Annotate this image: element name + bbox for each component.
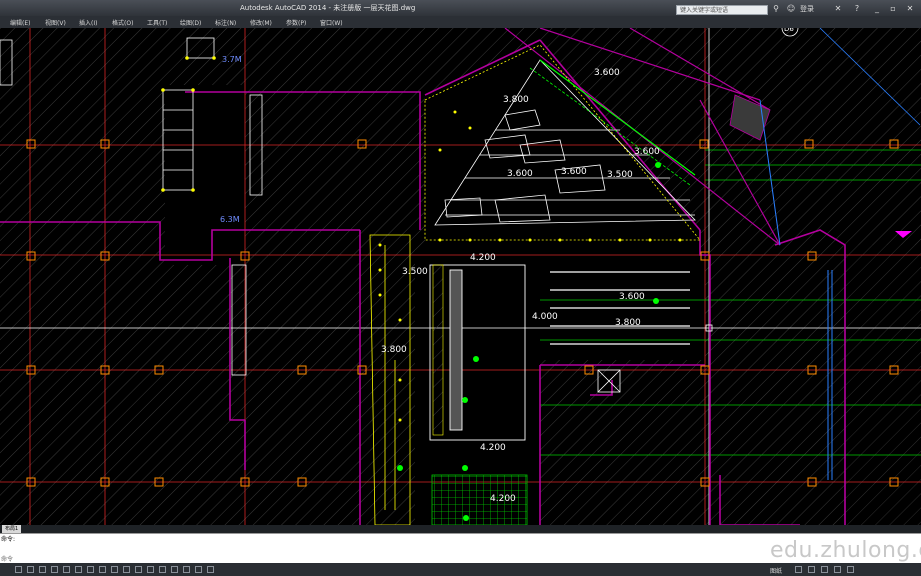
annotation-text: 3.800 bbox=[381, 345, 407, 355]
clean-screen-icon[interactable] bbox=[847, 566, 854, 573]
ducs-icon[interactable] bbox=[87, 566, 94, 573]
annotation-text: 6.3M bbox=[220, 215, 240, 224]
zoom-icon[interactable] bbox=[207, 566, 214, 573]
tab-layout1[interactable]: 布局1 bbox=[2, 525, 22, 533]
search-input[interactable]: 键入关键字或短语 bbox=[676, 5, 768, 15]
annotation-text: 4.200 bbox=[490, 494, 516, 504]
annotation-text: 3.800 bbox=[503, 95, 529, 105]
menu-item-insert[interactable]: 插入(I) bbox=[79, 18, 97, 27]
command-prompt[interactable]: 命令 bbox=[1, 554, 13, 563]
snap-icon[interactable] bbox=[15, 566, 22, 573]
minimize-icon[interactable]: _ bbox=[872, 4, 882, 14]
restore-icon[interactable]: ▫ bbox=[888, 4, 898, 14]
annotation-text: 3.7M bbox=[222, 55, 242, 64]
annotation-text: 3.600 bbox=[594, 68, 620, 78]
annotation-text: 3.500 bbox=[607, 170, 633, 180]
otrack-icon[interactable] bbox=[75, 566, 82, 573]
menu-item-dimension[interactable]: 标注(N) bbox=[215, 18, 236, 27]
menu-bar: 编辑(E) 视图(V) 插入(I) 格式(O) 工具(T) 绘图(D) 标注(N… bbox=[0, 16, 921, 28]
lock-icon[interactable] bbox=[821, 566, 828, 573]
menu-item-parametric[interactable]: 参数(P) bbox=[286, 18, 306, 27]
annotation-text: 4.000 bbox=[532, 312, 558, 322]
annotation-text: 4.200 bbox=[470, 253, 496, 263]
annotation-text: 3.800 bbox=[615, 318, 641, 328]
close-icon[interactable]: ✕ bbox=[905, 4, 915, 14]
polar-icon[interactable] bbox=[51, 566, 58, 573]
paper-space-label[interactable]: 图纸 bbox=[770, 566, 782, 575]
sc-icon[interactable] bbox=[147, 566, 154, 573]
title-bar: Autodesk AutoCAD 2014 - 未注册版 一层天花图.dwg 键… bbox=[0, 0, 921, 16]
pan-icon[interactable] bbox=[195, 566, 202, 573]
model-icon[interactable] bbox=[171, 566, 178, 573]
isolate-icon[interactable] bbox=[834, 566, 841, 573]
help-icon[interactable]: ? bbox=[852, 4, 862, 14]
window-title: Autodesk AutoCAD 2014 - 未注册版 一层天花图.dwg bbox=[240, 4, 416, 12]
search-icon[interactable]: ⚲ bbox=[771, 4, 781, 14]
annotation-text: 3.600 bbox=[619, 292, 645, 302]
exchange-icon[interactable]: ✕ bbox=[833, 4, 843, 14]
axis-bubble-label: D6 bbox=[784, 28, 794, 33]
annotation-scale-icon[interactable] bbox=[795, 566, 802, 573]
grid-icon[interactable] bbox=[27, 566, 34, 573]
watermark: edu.zhulong.com bbox=[770, 538, 921, 563]
annotation-text: 4.200 bbox=[480, 443, 506, 453]
am-icon[interactable] bbox=[159, 566, 166, 573]
osnap-icon[interactable] bbox=[63, 566, 70, 573]
annotation-text: 3.500 bbox=[402, 267, 428, 277]
user-icon[interactable]: ☺ bbox=[786, 4, 796, 14]
lineweight-icon[interactable] bbox=[111, 566, 118, 573]
menu-item-window[interactable]: 窗口(W) bbox=[320, 18, 343, 27]
workspace-icon[interactable] bbox=[808, 566, 815, 573]
transparency-icon[interactable] bbox=[123, 566, 130, 573]
menu-item-view[interactable]: 视图(V) bbox=[45, 18, 66, 27]
menu-item-tools[interactable]: 工具(T) bbox=[147, 18, 167, 27]
menu-item-modify[interactable]: 修改(M) bbox=[250, 18, 272, 27]
annotation-text: 3.600 bbox=[634, 147, 660, 157]
qp-icon[interactable] bbox=[135, 566, 142, 573]
drawing-canvas[interactable]: 3.7M 6.3M 3.600 3.800 3.600 3.600 3.600 … bbox=[0, 28, 921, 525]
menu-item-edit[interactable]: 编辑(E) bbox=[10, 18, 30, 27]
annotation-text: 3.600 bbox=[561, 167, 587, 177]
annotation-text: 3.600 bbox=[507, 169, 533, 179]
ortho-icon[interactable] bbox=[39, 566, 46, 573]
layout-icon[interactable] bbox=[183, 566, 190, 573]
layout-tab-bar: 布局1 bbox=[0, 525, 921, 533]
menu-item-draw[interactable]: 绘图(D) bbox=[180, 18, 201, 27]
command-history: 命令: bbox=[1, 536, 16, 543]
login-button[interactable]: 登录 bbox=[800, 4, 814, 14]
dyn-icon[interactable] bbox=[99, 566, 106, 573]
menu-item-format[interactable]: 格式(O) bbox=[112, 18, 133, 27]
status-bar: 图纸 bbox=[0, 563, 921, 576]
drawing-svg: 3.7M 6.3M 3.600 3.800 3.600 3.600 3.600 … bbox=[0, 28, 921, 525]
